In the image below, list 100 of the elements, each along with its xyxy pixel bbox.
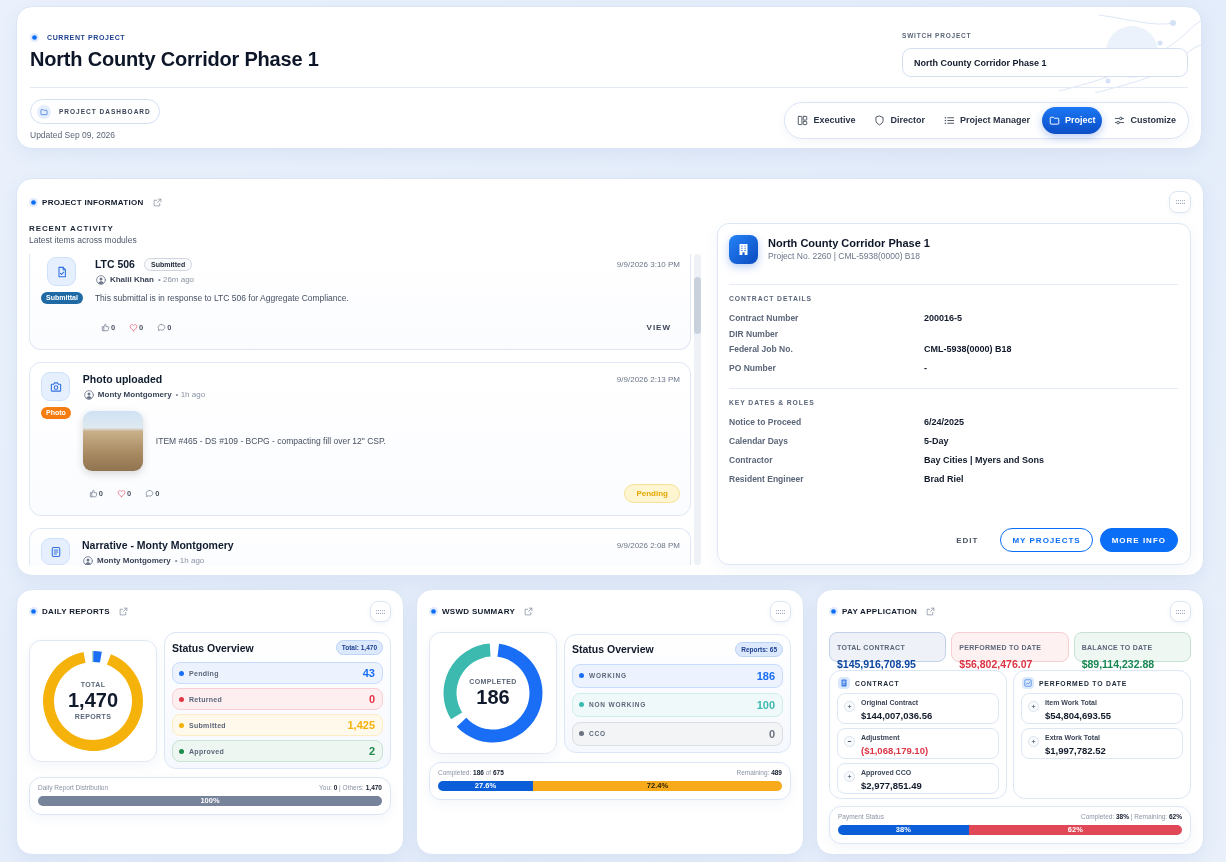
folder-icon: [1048, 114, 1060, 126]
list-icon: [943, 114, 955, 126]
menu-button[interactable]: [770, 601, 791, 622]
activity-date: 9/9/2026 3:10 PM: [616, 259, 680, 271]
dots-icon: [776, 609, 785, 614]
dot-icon: [29, 607, 38, 616]
activity-date: 9/9/2026 2:13 PM: [616, 374, 680, 386]
menu-button[interactable]: [1169, 191, 1191, 213]
line-amount: $1,997,782.52: [1045, 745, 1106, 757]
view-tab[interactable]: Customize: [1107, 106, 1183, 134]
dots-icon: [1175, 200, 1185, 204]
status-count: 0: [768, 727, 775, 740]
section-subtitle: Latest items across modules: [29, 234, 137, 246]
primary-button[interactable]: MORE INFO: [1099, 528, 1178, 552]
field-label: PO Number: [729, 362, 776, 373]
line-amount: $54,804,693.55: [1045, 710, 1112, 722]
status-count: 2: [368, 745, 375, 757]
field-value: CML-5938(0000) B18: [924, 343, 1012, 354]
view-tab[interactable]: Project Manager: [936, 106, 1037, 134]
view-tab[interactable]: Director: [867, 106, 932, 134]
shield-icon: [874, 114, 886, 126]
time-ago: • 1h ago: [174, 556, 205, 565]
external-link-icon[interactable]: [524, 607, 534, 616]
kpi-value: $89,114,232.88: [1081, 658, 1155, 671]
field-label: Contract Number: [729, 312, 799, 323]
status-count: 100: [756, 698, 775, 711]
field-label: Calendar Days: [729, 435, 789, 446]
speech-bubble-icon: [157, 322, 167, 332]
project-select[interactable]: North County Corridor Phase 1: [902, 48, 1188, 77]
field-value: 5-Day: [924, 435, 949, 446]
project-title: North County Corridor Phase 1: [30, 47, 319, 72]
document-icon: [838, 677, 850, 689]
photo-placeholder: [82, 411, 143, 471]
menu-button[interactable]: [370, 601, 391, 622]
thumbs-up-icon: [88, 488, 98, 498]
folder-icon: [37, 104, 51, 119]
field-label: Notice to Proceed: [729, 416, 802, 427]
heart-icon: [117, 488, 126, 498]
camera-icon: [41, 372, 71, 401]
line-chart-icon: [1022, 677, 1034, 689]
external-link-icon[interactable]: [926, 607, 936, 616]
card-title: WSWD SUMMARY: [442, 607, 516, 616]
line-amount: $2,977,851.49: [861, 780, 922, 792]
project-name: North County Corridor Phase 1: [768, 236, 930, 250]
card-title: DAILY REPORTS: [42, 607, 110, 616]
author-name: Khalil Khan: [109, 275, 154, 284]
status-count: 186: [756, 669, 775, 682]
donut-total: 1,470: [67, 689, 119, 712]
dot-icon: [829, 607, 838, 616]
section-title: RECENT ACTIVITY: [29, 223, 114, 234]
thumbs-up-icon: [100, 322, 110, 332]
dots-icon: [1176, 609, 1185, 614]
updated-date: Updated Sep 09, 2026: [30, 129, 117, 141]
view-tab[interactable]: Project: [1041, 106, 1103, 134]
heart-icon: [129, 322, 139, 332]
time-ago: • 1h ago: [175, 390, 206, 399]
status-count: 43: [362, 667, 375, 679]
edit-button[interactable]: EDIT: [945, 528, 990, 552]
user-icon: [83, 555, 93, 565]
document-check-icon: [47, 257, 77, 286]
line-amount: $144,007,036.56: [861, 710, 933, 722]
activity-text: This submittal is in response to LTC 506 for Aggregate Compliance.: [94, 292, 349, 305]
author-name: Monty Montgomery: [97, 556, 171, 565]
dots-icon: [376, 609, 385, 614]
user-icon: [83, 389, 94, 400]
layout-icon: [797, 114, 809, 126]
view-link[interactable]: VIEW: [637, 317, 680, 337]
project-number: Project No. 2260 | CML-5938(0000) B18: [768, 250, 921, 262]
status-count: 1,425: [347, 719, 375, 731]
external-link-icon[interactable]: [118, 607, 128, 616]
field-value: -: [924, 362, 927, 373]
field-label: DIR Number: [729, 329, 779, 339]
card-title: PAY APPLICATION: [842, 607, 918, 616]
menu-button[interactable]: [1170, 601, 1191, 622]
scrollbar-thumb[interactable]: [694, 277, 701, 334]
building-icon: [729, 235, 758, 264]
kpi-value: $56,802,476.07: [959, 658, 1033, 671]
secondary-button[interactable]: MY PROJECTS: [1000, 528, 1093, 552]
external-link-icon[interactable]: [152, 197, 162, 207]
activity-title: Narrative - Monty Montgomery: [82, 538, 234, 553]
kpi-value: $145,916,708.95: [837, 658, 916, 671]
field-label: Federal Job No.: [729, 343, 793, 354]
field-label: Resident Engineer: [729, 473, 804, 484]
line-amount: ($1,068,179.10): [861, 745, 929, 757]
user-icon: [95, 274, 106, 285]
status-pill: Pending: [624, 483, 680, 503]
dot-icon: [30, 32, 39, 42]
panel-title: Status Overview: [172, 641, 254, 654]
field-value: 200016-5: [924, 312, 963, 323]
dot-icon: [429, 607, 438, 616]
panel-title: Status Overview: [572, 643, 654, 655]
dot-icon: [29, 197, 38, 207]
status-count: 0: [368, 693, 375, 705]
author-name: Monty Montgomery: [97, 390, 172, 399]
activity-date: 9/9/2026 2:08 PM: [616, 540, 680, 552]
time-ago: • 26m ago: [157, 275, 195, 284]
activity-title: LTC 506: [94, 257, 135, 272]
card-title: PROJECT INFORMATION: [42, 197, 144, 207]
view-tab[interactable]: Executive: [790, 106, 863, 134]
field-value: Brad Riel: [924, 473, 964, 484]
